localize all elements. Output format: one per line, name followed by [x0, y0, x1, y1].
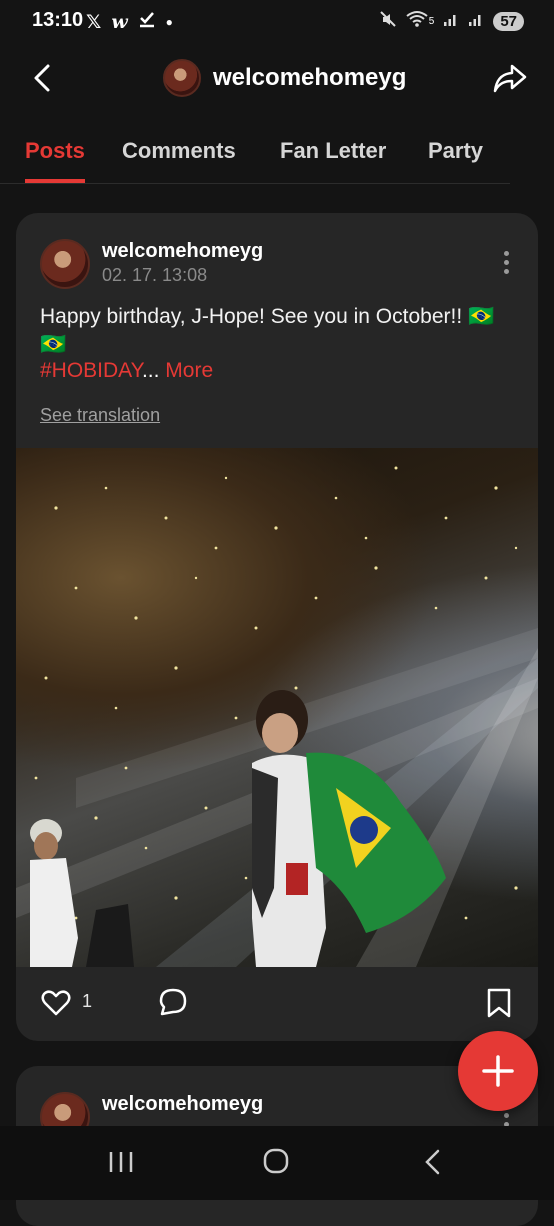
create-post-button[interactable]	[458, 1031, 538, 1111]
signal-icon	[468, 11, 484, 31]
system-back-button[interactable]	[422, 1148, 442, 1176]
top-bar: welcomehomeyg	[0, 44, 554, 116]
more-options-icon[interactable]	[498, 251, 514, 279]
see-translation-link[interactable]: See translation	[40, 405, 160, 426]
post-image[interactable]	[16, 448, 538, 967]
page-title[interactable]: welcomehomeyg	[213, 64, 406, 92]
share-icon	[493, 64, 527, 93]
comment-icon[interactable]	[158, 987, 188, 1017]
chevron-left-icon	[425, 1149, 440, 1175]
wifi-label: 5	[428, 15, 435, 27]
home-icon	[263, 1148, 289, 1174]
post-hashtag-line: #HOBIDAY... More	[40, 359, 213, 383]
avatar[interactable]	[163, 59, 201, 97]
status-icons-right: 5 57	[379, 10, 524, 32]
back-button[interactable]	[28, 62, 60, 94]
dot-icon: ●	[165, 15, 173, 29]
tab-bar: Posts Comments Fan Letter Party	[0, 116, 510, 184]
avatar[interactable]	[40, 239, 90, 289]
signal-icon	[443, 11, 459, 31]
mute-icon	[379, 10, 397, 32]
ellipsis: ...	[141, 359, 160, 382]
tab-posts[interactable]: Posts	[25, 138, 85, 164]
post-author[interactable]: welcomehomeyg	[102, 240, 263, 263]
share-button[interactable]	[492, 62, 528, 96]
heart-icon[interactable]	[40, 987, 72, 1019]
tab-comments[interactable]: Comments	[122, 138, 236, 164]
wifi-icon	[406, 10, 428, 32]
status-bar: 13:10 𝕏 w ● 5 57	[0, 0, 554, 44]
more-link[interactable]: More	[165, 359, 213, 382]
status-time: 13:10	[32, 9, 84, 31]
w-app-icon: w	[111, 11, 128, 33]
x-logo-icon: 𝕏	[86, 11, 102, 33]
battery-indicator: 57	[493, 11, 524, 31]
system-nav-bar	[0, 1126, 554, 1200]
post-author[interactable]: welcomehomeyg	[102, 1093, 263, 1116]
back-arrow-icon	[34, 64, 50, 92]
like-count: 1	[82, 991, 93, 1011]
tab-party[interactable]: Party	[428, 138, 483, 164]
post-card[interactable]: welcomehomeyg 02. 17. 13:08 Happy birthd…	[16, 213, 538, 1041]
recent-apps-icon	[109, 1152, 133, 1172]
bookmark-icon[interactable]	[486, 987, 512, 1019]
tab-fan-letter[interactable]: Fan Letter	[280, 138, 386, 164]
active-tab-indicator	[25, 179, 85, 183]
check-download-icon	[138, 10, 156, 34]
plus-icon	[482, 1055, 514, 1087]
status-icons-left: 𝕏 w ●	[86, 10, 173, 34]
post-actions: 1	[16, 967, 538, 1041]
post-timestamp: 02. 17. 13:08	[102, 265, 208, 285]
recent-apps-button[interactable]	[108, 1150, 134, 1174]
hashtag-link[interactable]: #HOBIDAY	[40, 359, 142, 382]
post-text: Happy birthday, J-Hope! See you in Octob…	[40, 305, 495, 356]
home-button[interactable]	[263, 1148, 289, 1174]
